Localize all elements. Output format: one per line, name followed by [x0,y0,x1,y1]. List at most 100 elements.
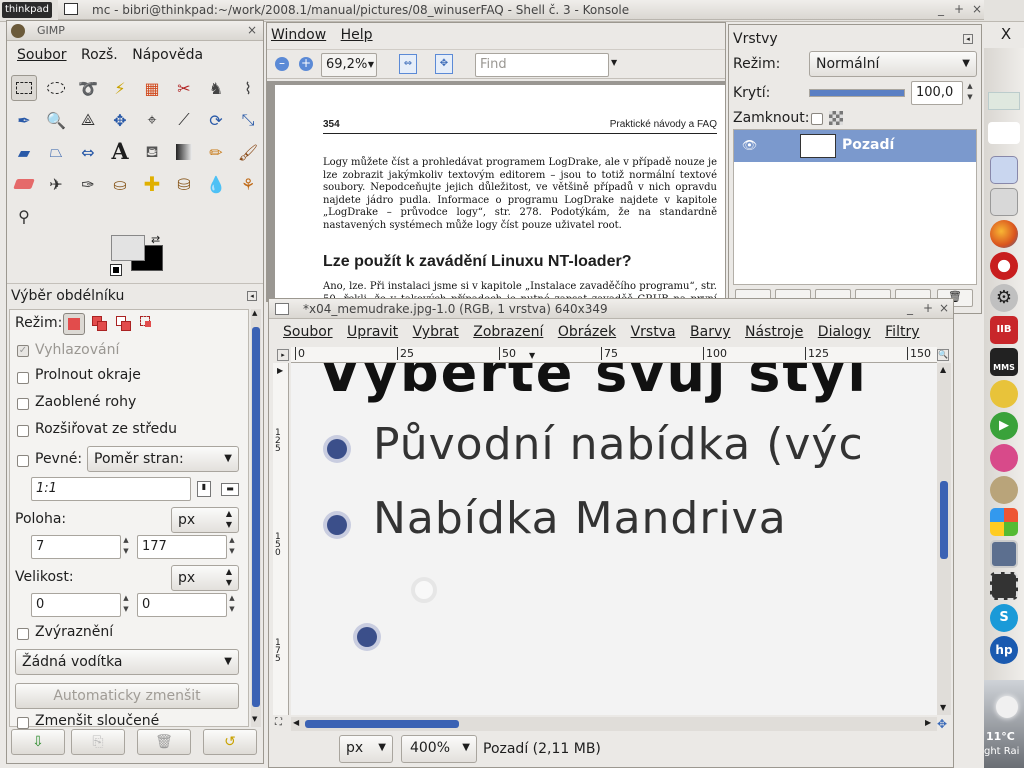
menu-nastroje[interactable]: Nástroje [745,324,803,340]
dodge-burn-tool-icon[interactable]: ⚘ [235,171,261,197]
zoom-tool-icon[interactable]: 🔍 [43,107,69,133]
autoshrink-button[interactable]: Automaticky zmenšit [15,683,239,709]
crop-tool-icon[interactable]: ⟋ [171,107,197,133]
layer-row[interactable]: 👁 Pozadí [734,130,976,162]
paths-tool-icon[interactable]: ⌇ [235,75,261,101]
weather-widget[interactable]: 11°C ght Rai [984,680,1024,768]
taskbar-slot[interactable] [988,122,1020,144]
vertical-ruler[interactable]: ▶ 125 150 175 [273,363,289,715]
perspective-tool-icon[interactable]: ⏢ [43,139,69,165]
opacity-slider[interactable] [809,89,905,97]
airbrush-tool-icon[interactable]: ✈ [43,171,69,197]
position-x-input[interactable]: 7 [31,535,121,559]
video-icon[interactable] [990,572,1018,600]
fit-page-icon[interactable]: ✥ [435,54,453,74]
headphones-icon[interactable] [990,380,1018,408]
menu-window[interactable]: Window [271,27,326,43]
fuzzy-select-tool-icon[interactable]: ⚡ [107,75,133,101]
scale-tool-icon[interactable]: ⤡ [235,107,261,133]
find-options-icon[interactable]: ▼ [611,58,617,67]
restore-options-button[interactable]: ⎘ [71,729,125,755]
panel-close-button[interactable]: X [996,24,1016,44]
shrink-merged-checkbox[interactable] [17,717,29,729]
reset-options-button[interactable]: ↺ [203,729,257,755]
fixed-select[interactable]: Poměr stran: ▼ [87,446,239,472]
maximize-icon[interactable]: + [921,301,935,315]
close-icon[interactable]: × [245,23,259,37]
align-tool-icon[interactable]: ⌖ [139,107,165,133]
size-w-spinner[interactable]: ▲ ▼ [119,593,133,617]
konsole-titlebar[interactable]: mc - bibri@thinkpad:~/work/2008.1/manual… [58,0,984,20]
mode-intersect-icon[interactable] [137,313,159,335]
vertical-scrollbar[interactable]: ▲ ▼ [937,363,951,715]
close-icon[interactable]: × [937,301,951,315]
ratio-input[interactable]: 1:1 [31,477,191,501]
taskbar-slot[interactable] [988,92,1020,110]
pencil-tool-icon[interactable]: ✏ [203,139,229,165]
blend-tool-icon[interactable] [171,139,197,165]
quick-mask-corner-icon[interactable]: ▸ [277,349,289,361]
options-scrollbar[interactable]: ▲ ▼ [251,309,261,727]
antialias-checkbox[interactable]: ✓ [17,345,29,357]
ellipse-select-tool-icon[interactable] [43,75,69,101]
horizontal-ruler[interactable]: 0 25 50 ▼ 75 100 125 150 [291,347,937,363]
rounded-checkbox[interactable] [17,398,29,410]
menu-upravit[interactable]: Upravit [347,324,398,340]
mode-replace-icon[interactable] [63,313,85,335]
zoom-out-icon[interactable]: – [275,57,289,71]
toolbox-titlebar[interactable]: GIMP × [7,21,263,41]
measure-tool-icon[interactable]: ⟁ [75,107,101,133]
zoom-corner-icon[interactable]: ⛶ [275,717,282,728]
opacity-input[interactable]: 100,0 [911,81,963,105]
position-x-spinner[interactable]: ▲ ▼ [119,535,133,559]
close-icon[interactable]: × [970,2,984,16]
rotate-tool-icon[interactable]: ⟳ [203,107,229,133]
menu-vybrat[interactable]: Vybrat [413,324,459,340]
desktop-icon[interactable] [990,156,1018,184]
menu-soubor[interactable]: Soubor [283,324,333,340]
skype-icon[interactable]: S [990,604,1018,632]
menu-rozs[interactable]: Rozš. [81,47,118,63]
unit-select[interactable]: px ▼ [339,735,393,763]
scissors-tool-icon[interactable]: ✂ [171,75,197,101]
text-tool-icon[interactable]: A [107,139,133,165]
hp-icon[interactable]: hp [990,636,1018,664]
files-icon[interactable] [990,188,1018,216]
horizontal-scrollbar[interactable]: ◀ ▶ [291,717,937,731]
zoom-combo[interactable]: 69,2% ▼ [321,53,377,77]
portrait-icon[interactable]: ▮ [197,481,211,497]
mms-icon[interactable]: MMS [990,348,1018,376]
maximize-icon[interactable]: + [952,2,966,16]
options-menu-icon[interactable]: ◂ [247,291,257,301]
windows-icon[interactable] [990,508,1018,536]
fit-width-icon[interactable]: ⇔ [399,54,417,74]
firefox-icon[interactable] [990,220,1018,248]
image-canvas[interactable]: Vyberte svůj styl Původní nabídka (výc N… [291,363,937,715]
bucket-fill-tool-icon[interactable]: ⛾ [139,139,165,165]
position-y-input[interactable]: 177 [137,535,227,559]
highlight-checkbox[interactable] [17,628,29,640]
rect-select-tool-icon[interactable] [11,75,37,101]
swap-colors-icon[interactable]: ⇄ [151,233,160,246]
save-options-button[interactable]: ⇩ [11,729,65,755]
chat-icon[interactable] [990,444,1018,472]
audio-app-icon[interactable]: IIB [990,316,1018,344]
menu-zobrazeni[interactable]: Zobrazení [473,324,543,340]
color-picker-tool-icon[interactable]: ✒ [11,107,37,133]
smudge-tool-icon[interactable]: 💧 [203,171,229,197]
flip-tool-icon[interactable]: ⇔ [75,139,101,165]
lasso-tool-icon[interactable]: ➰ [75,75,101,101]
layers-menu-icon[interactable]: ◂ [963,34,973,44]
menu-obrazek[interactable]: Obrázek [558,324,616,340]
foreground-select-tool-icon[interactable]: ♞ [203,75,229,101]
mode-add-icon[interactable] [89,313,111,335]
position-y-spinner[interactable]: ▲ ▼ [225,535,239,559]
menu-vrstva[interactable]: Vrstva [631,324,676,340]
player-icon[interactable]: ▶ [990,412,1018,440]
size-h-spinner[interactable]: ▲ ▼ [225,593,239,617]
size-w-input[interactable]: 0 [31,593,121,617]
fixed-checkbox[interactable] [17,455,29,467]
shear-tool-icon[interactable]: ▰ [11,139,37,165]
opacity-spinner[interactable]: ▲ ▼ [963,81,977,105]
position-unit-select[interactable]: px ▲ ▼ [171,507,239,533]
